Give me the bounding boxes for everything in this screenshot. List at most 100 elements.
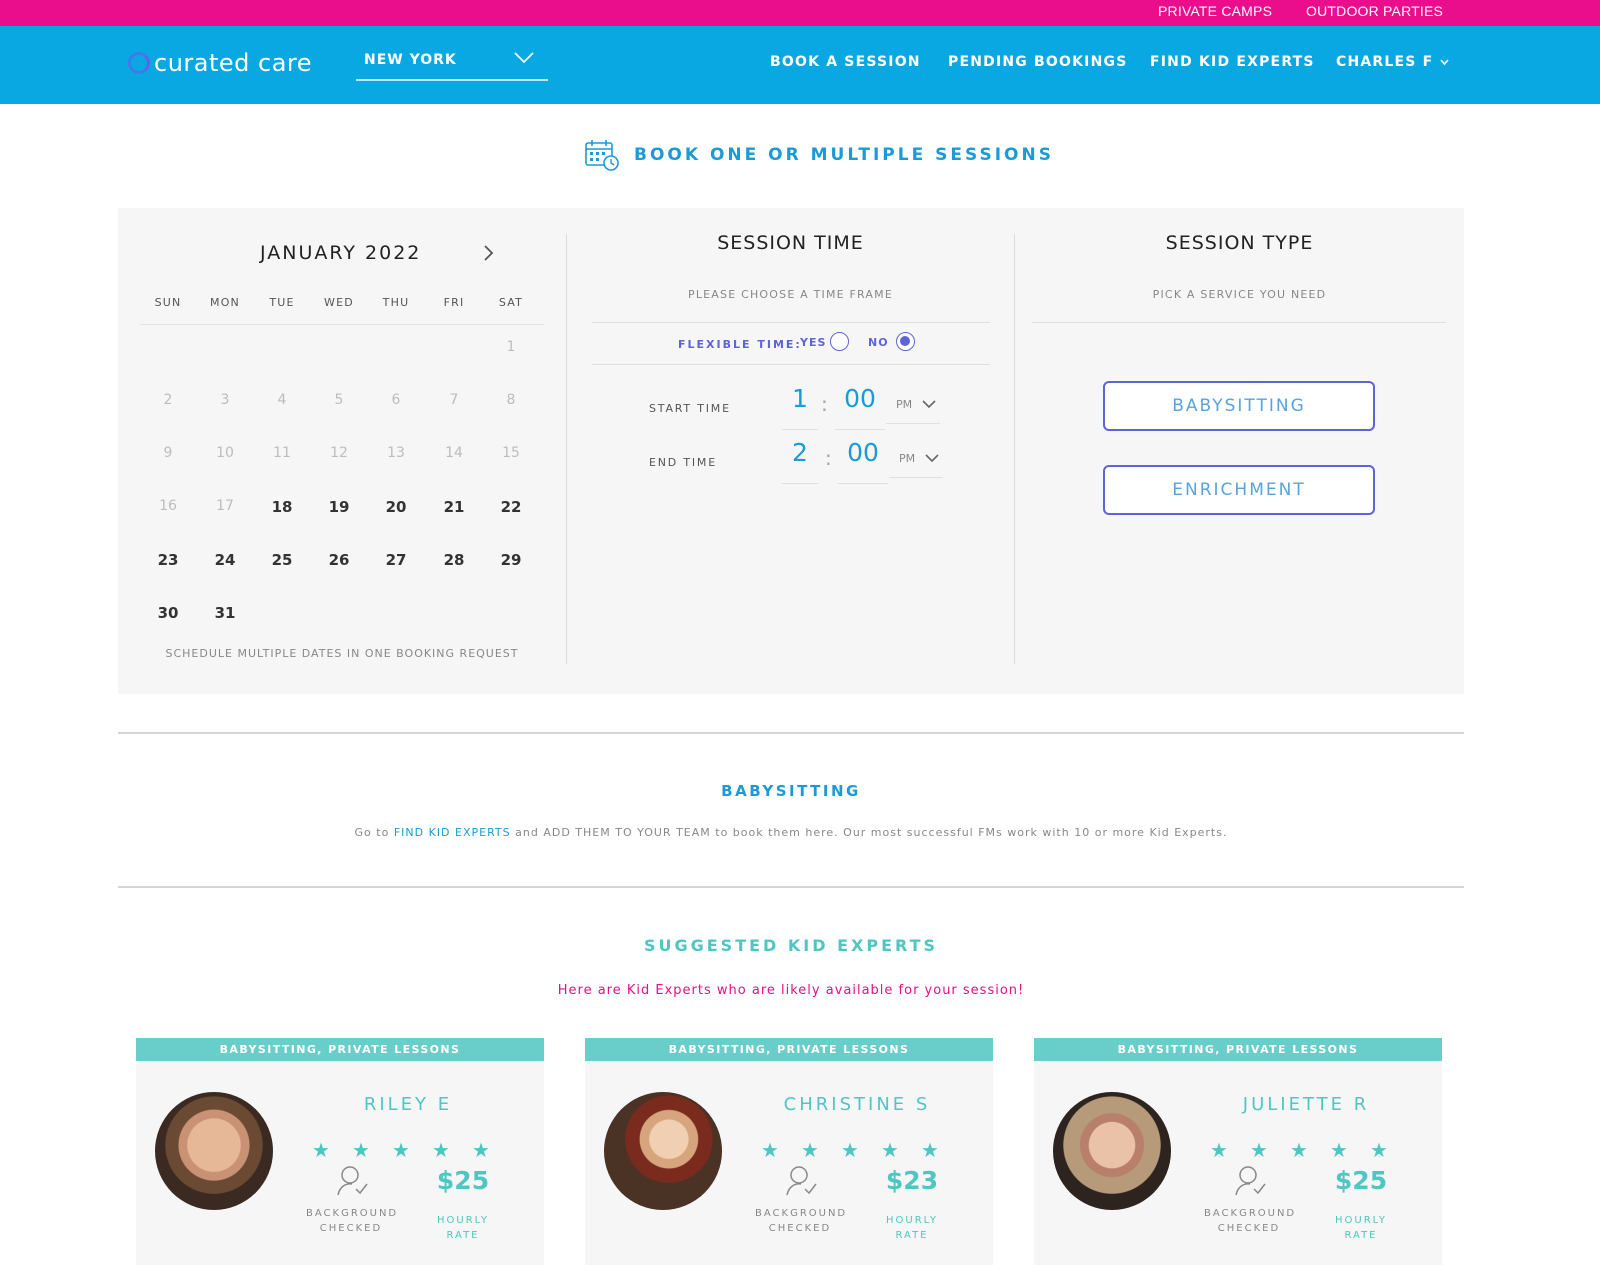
flexible-no-radio[interactable] bbox=[896, 332, 915, 351]
nav-book-a-session[interactable]: BOOK A SESSION bbox=[770, 54, 921, 70]
nav-user-menu[interactable]: CHARLES F bbox=[1336, 54, 1449, 70]
session-time-subtitle: PLEASE CHOOSE A TIME FRAME bbox=[688, 288, 893, 301]
divider bbox=[118, 732, 1464, 734]
avatar[interactable] bbox=[155, 1092, 273, 1210]
enrichment-button[interactable]: ENRICHMENT bbox=[1103, 465, 1375, 515]
logo[interactable]: curated care bbox=[128, 46, 312, 80]
start-minute-input[interactable]: 00 bbox=[835, 384, 885, 430]
start-time-label: START TIME bbox=[649, 402, 731, 415]
hourly-rate: $25 bbox=[436, 1166, 490, 1195]
star-icon: ★ bbox=[352, 1138, 370, 1162]
expert-name[interactable]: RILEY E bbox=[296, 1094, 520, 1115]
nav-pending-bookings[interactable]: PENDING BOOKINGS bbox=[948, 54, 1127, 70]
divider bbox=[140, 324, 544, 325]
calendar-day[interactable]: 24 bbox=[197, 551, 253, 569]
calendar-day: 9 bbox=[163, 445, 173, 461]
end-time-label: END TIME bbox=[649, 456, 717, 469]
divider bbox=[118, 886, 1464, 888]
calendar-day: 10 bbox=[216, 445, 234, 461]
star-icon: ★ bbox=[392, 1138, 410, 1162]
chevron-right-icon[interactable] bbox=[480, 242, 498, 264]
calendar-day: 11 bbox=[273, 445, 291, 461]
bg-label-line: CHECKED bbox=[319, 1223, 383, 1234]
rate-label-line: RATE bbox=[1344, 1230, 1378, 1241]
private-camps-link[interactable]: PRIVATE CAMPS bbox=[1158, 3, 1272, 19]
calendar-day: 1 bbox=[506, 339, 516, 355]
calendar-day[interactable]: 18 bbox=[254, 498, 310, 516]
city-select-value: NEW YORK bbox=[364, 52, 457, 68]
find-kid-experts-link[interactable]: FIND KID EXPERTS bbox=[394, 826, 511, 839]
calendar-clock-icon bbox=[585, 140, 619, 171]
avatar[interactable] bbox=[604, 1092, 722, 1210]
header: curated care NEW YORK BOOK A SESSION PEN… bbox=[0, 26, 1600, 104]
calendar-day[interactable]: 19 bbox=[311, 498, 367, 516]
calendar-day: 7 bbox=[449, 392, 459, 408]
end-ampm-value: PM bbox=[899, 452, 916, 465]
chevron-down-icon bbox=[1439, 59, 1449, 66]
calendar-day[interactable]: 25 bbox=[254, 551, 310, 569]
expert-card[interactable]: BABYSITTING, PRIVATE LESSONS CHRISTINE S ★… bbox=[585, 1038, 993, 1265]
expert-name[interactable]: CHRISTINE S bbox=[745, 1094, 969, 1115]
calendar-day[interactable]: 31 bbox=[197, 604, 253, 622]
end-minute-input[interactable]: 00 bbox=[838, 438, 888, 484]
calendar-day[interactable]: 23 bbox=[140, 551, 196, 569]
star-icon: ★ bbox=[472, 1138, 490, 1162]
weekday-mon: MON bbox=[210, 296, 240, 309]
session-type-subtitle: PICK A SERVICE YOU NEED bbox=[1152, 288, 1327, 301]
background-checked-label: BACKGROUND CHECKED bbox=[306, 1206, 396, 1236]
calendar-day: 16 bbox=[159, 498, 177, 514]
background-check-icon bbox=[337, 1166, 368, 1196]
start-hour-input[interactable]: 1 bbox=[782, 384, 818, 430]
calendar-day: 4 bbox=[277, 392, 287, 408]
top-strip: PRIVATE CAMPS OUTDOOR PARTIES bbox=[0, 0, 1600, 26]
expert-card[interactable]: BABYSITTING, PRIVATE LESSONS RILEY E ★ ★ ★ ★ ★… bbox=[136, 1038, 544, 1265]
calendar-day: 17 bbox=[216, 498, 234, 514]
nav-find-kid-experts[interactable]: FIND KID EXPERTS bbox=[1150, 54, 1315, 70]
divider bbox=[592, 322, 990, 323]
time-colon: : bbox=[821, 392, 828, 416]
city-select[interactable]: NEW YORK bbox=[356, 48, 548, 81]
calendar-day[interactable]: 27 bbox=[368, 551, 424, 569]
calendar-day[interactable]: 21 bbox=[426, 498, 482, 516]
end-hour-input[interactable]: 2 bbox=[782, 438, 818, 484]
hourly-rate-label: HOURLY RATE bbox=[1314, 1213, 1408, 1243]
expert-name[interactable]: JULIETTE R bbox=[1194, 1094, 1418, 1115]
logo-mark-icon bbox=[128, 52, 150, 74]
star-icon: ★ bbox=[1290, 1138, 1308, 1162]
background-checked-label: BACKGROUND CHECKED bbox=[755, 1206, 845, 1236]
rating-stars: ★ ★ ★ ★ ★ bbox=[312, 1138, 512, 1162]
calendar-day[interactable]: 22 bbox=[483, 498, 539, 516]
start-ampm-select[interactable]: PM bbox=[886, 394, 940, 424]
session-time-title: SESSION TIME bbox=[717, 232, 864, 254]
rate-label-line: RATE bbox=[446, 1230, 480, 1241]
calendar-day: 12 bbox=[330, 445, 348, 461]
star-icon: ★ bbox=[881, 1138, 899, 1162]
bg-label-line: BACKGROUND bbox=[306, 1208, 399, 1219]
session-type-title: SESSION TYPE bbox=[1165, 232, 1314, 254]
expert-card[interactable]: BABYSITTING, PRIVATE LESSONS JULIETTE R ★ ★… bbox=[1034, 1038, 1442, 1265]
babysitting-button[interactable]: BABYSITTING bbox=[1103, 381, 1375, 431]
end-ampm-select[interactable]: PM bbox=[889, 448, 943, 478]
avatar[interactable] bbox=[1053, 1092, 1171, 1210]
calendar-day[interactable]: 30 bbox=[140, 604, 196, 622]
weekday-thu: THU bbox=[382, 296, 410, 309]
calendar-day[interactable]: 20 bbox=[368, 498, 424, 516]
star-icon: ★ bbox=[1370, 1138, 1388, 1162]
expert-tags: BABYSITTING, PRIVATE LESSONS bbox=[585, 1038, 993, 1061]
info-text: Go to bbox=[354, 826, 390, 839]
flexible-yes-radio[interactable] bbox=[830, 332, 849, 351]
bg-label-line: BACKGROUND bbox=[755, 1208, 848, 1219]
bg-label-line: CHECKED bbox=[768, 1223, 832, 1234]
star-icon: ★ bbox=[761, 1138, 779, 1162]
expert-tags: BABYSITTING, PRIVATE LESSONS bbox=[136, 1038, 544, 1061]
calendar-day[interactable]: 28 bbox=[426, 551, 482, 569]
add-to-team-link[interactable]: ADD THEM TO YOUR TEAM bbox=[543, 826, 710, 839]
calendar-day[interactable]: 26 bbox=[311, 551, 367, 569]
weekday-wed: WED bbox=[324, 296, 354, 309]
rate-label-line: RATE bbox=[895, 1230, 929, 1241]
bg-label-line: BACKGROUND bbox=[1204, 1208, 1297, 1219]
star-icon: ★ bbox=[841, 1138, 859, 1162]
calendar-day[interactable]: 29 bbox=[483, 551, 539, 569]
weekday-fri: FRI bbox=[443, 296, 465, 309]
outdoor-parties-link[interactable]: OUTDOOR PARTIES bbox=[1306, 3, 1443, 19]
